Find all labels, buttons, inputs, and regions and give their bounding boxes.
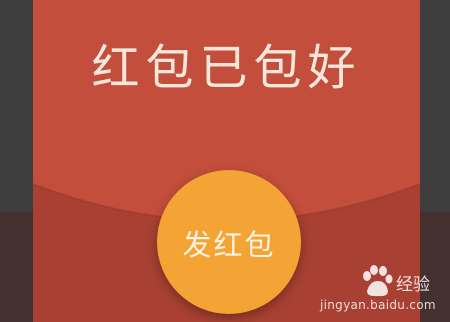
send-red-packet-button[interactable]: 发红包	[157, 170, 301, 314]
watermark-url: jingyan.baidu.com	[320, 298, 436, 312]
envelope-title: 红包已包好	[91, 40, 362, 96]
paw-logo-icon	[363, 265, 393, 297]
backdrop-left-shadow	[0, 212, 33, 322]
baidu-jingyan-watermark: 经验 jingyan.baidu.com	[312, 264, 442, 318]
watermark-name: 经验	[396, 275, 430, 295]
send-red-packet-label: 发红包	[182, 228, 276, 262]
